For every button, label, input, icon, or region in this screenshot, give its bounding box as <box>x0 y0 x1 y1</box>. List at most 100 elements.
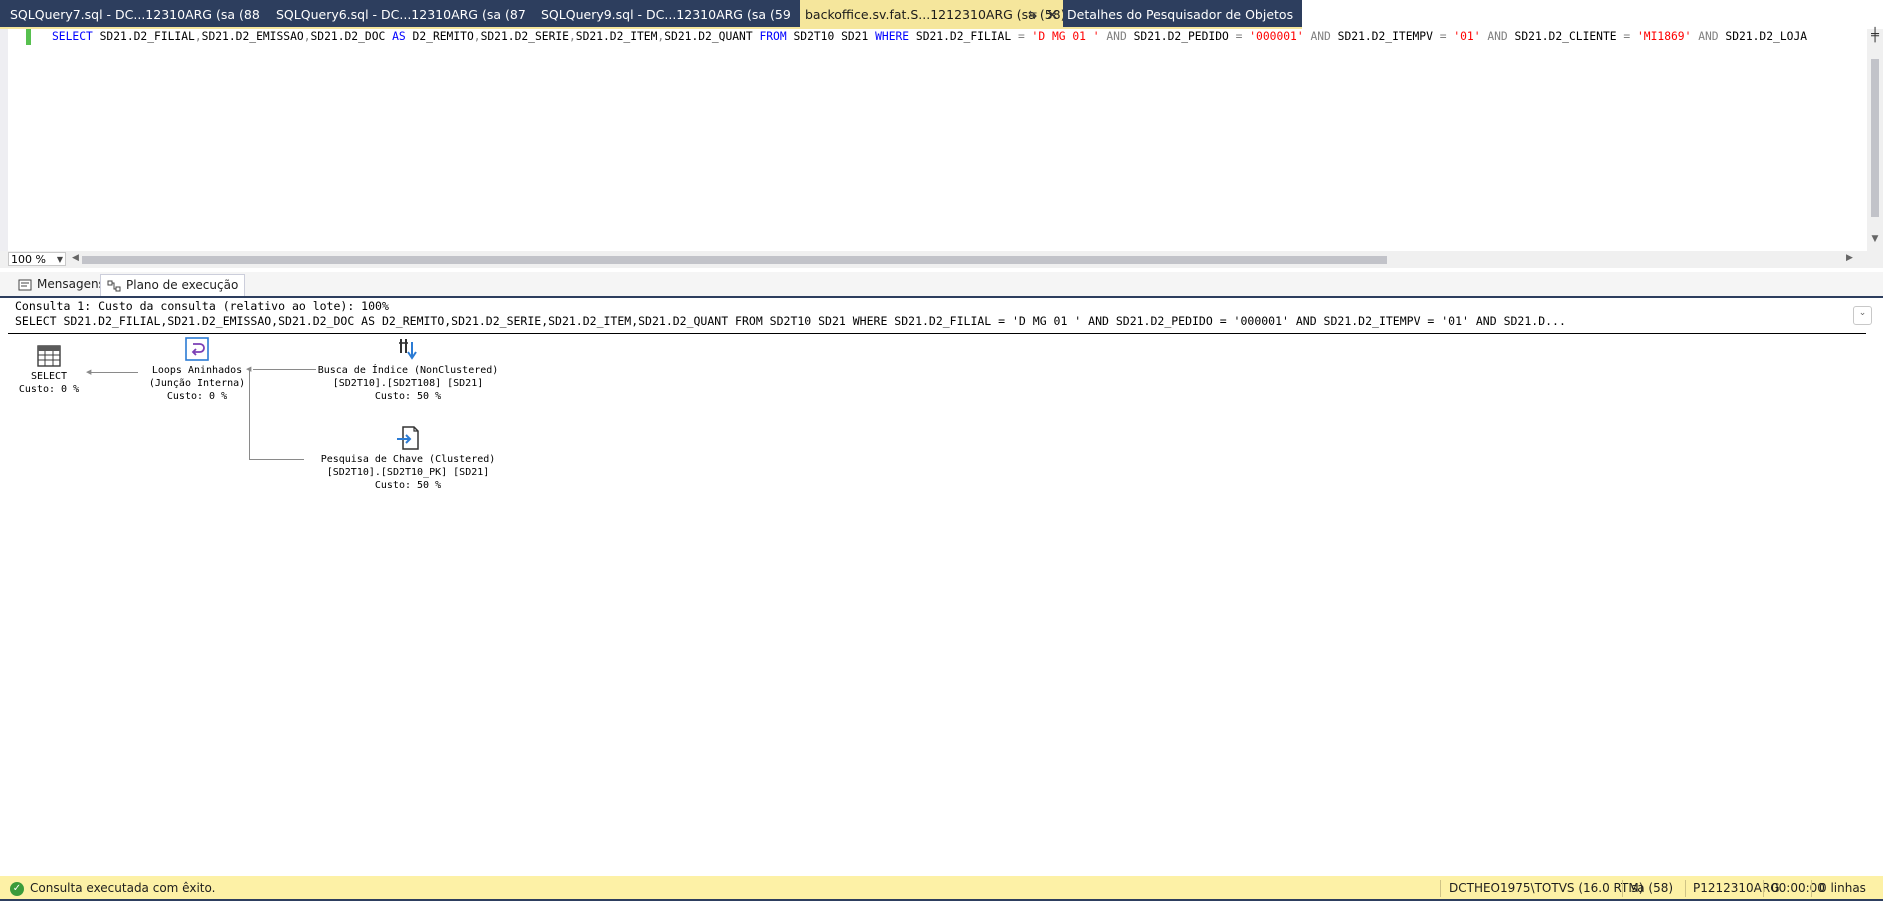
tab-sqlquery9[interactable]: SQLQuery9.sql - DC...12310ARG (sa (59))* <box>541 0 791 30</box>
sql-token: SD21.D2_LOJA <box>1718 30 1808 43</box>
sql-token: SD21.D2_DOC <box>310 30 393 43</box>
tab-backoffice[interactable]: backoffice.sv.fat.S...1212310ARG (sa (58… <box>800 0 1063 29</box>
split-editor-icon[interactable]: ╪ <box>1868 29 1882 43</box>
key-lookup-label: Pesquisa de Chave (Clustered) <box>320 454 496 465</box>
sql-token: '01' <box>1446 30 1481 43</box>
scroll-down-arrow-icon[interactable]: ▼ <box>1868 234 1882 246</box>
sql-token: FROM <box>759 30 787 43</box>
index-seek-cost: Custo: 50 % <box>374 391 442 402</box>
select-icon <box>37 345 61 367</box>
sql-token: AND <box>1099 30 1127 43</box>
sql-token: SD21.D2_CLIENTE <box>1507 30 1624 43</box>
nested-loops-cost: Custo: 0 % <box>166 391 228 402</box>
tab-execution-plan-label: Plano de execução <box>126 278 239 292</box>
success-check-icon: ✓ <box>10 882 24 896</box>
sql-token: SD2T10 SD21 <box>786 30 876 43</box>
query-text-header: SELECT SD21.D2_FILIAL,SD21.D2_EMISSAO,SD… <box>15 314 1566 328</box>
status-bar: ✓ Consulta executada com êxito. DCTHEO19… <box>0 876 1883 901</box>
chevron-down-icon: ▼ <box>56 255 63 264</box>
sql-token: AND <box>1303 30 1331 43</box>
sql-token: AND <box>1691 30 1719 43</box>
tab-object-explorer-details[interactable]: Detalhes do Pesquisador de Objetos <box>1067 0 1302 30</box>
sql-token: = <box>1017 30 1025 43</box>
zoom-select[interactable]: 100 % ▼ <box>8 252 66 266</box>
edge-lookup-to-loops <box>249 459 304 460</box>
index-seek-object: [SD2T10].[SD2T108] [SD21] <box>332 378 484 389</box>
nested-loops-icon <box>185 337 209 361</box>
nested-loops-label: Loops Aninhados <box>151 365 243 376</box>
plan-node-key-lookup[interactable]: Pesquisa de Chave (Clustered) [SD2T10].[… <box>298 425 518 492</box>
status-separator <box>1763 880 1764 897</box>
sql-token: SD21.D2_PEDIDO <box>1126 30 1236 43</box>
status-row-count: 0 linhas <box>1819 881 1866 895</box>
execution-plan-icon <box>107 280 121 291</box>
sql-token: SD21.D2_ITEM <box>575 30 658 43</box>
plan-node-nested-loops[interactable]: Loops Aninhados (Junção Interna) Custo: … <box>126 336 268 403</box>
expand-icon[interactable]: ⌄ <box>1853 306 1872 325</box>
scroll-left-arrow-icon[interactable]: ◀ <box>72 253 79 263</box>
select-node-cost: Custo: 0 % <box>18 384 80 395</box>
status-separator <box>1622 880 1623 897</box>
sql-token: SD21.D2_QUANT <box>664 30 760 43</box>
tab-messages[interactable]: Mensagens <box>14 274 109 295</box>
sql-token: , <box>194 30 202 43</box>
sql-token: = <box>1439 30 1447 43</box>
sql-token: SD21.D2_FILIAL <box>909 30 1018 43</box>
messages-icon <box>18 279 32 290</box>
status-message: Consulta executada com êxito. <box>30 881 216 895</box>
key-lookup-object: [SD2T10].[SD2T10_PK] [SD21] <box>326 467 490 478</box>
status-separator <box>1685 880 1686 897</box>
tab-sqlquery7[interactable]: SQLQuery7.sql - DC...12310ARG (sa (88))* <box>10 0 260 30</box>
status-server: DCTHEO1975\TOTVS (16.0 RTM) <box>1449 881 1644 895</box>
index-seek-icon <box>399 339 417 360</box>
status-elapsed-time: 00:00:00 <box>1771 881 1825 895</box>
tab-backoffice-label: backoffice.sv.fat.S...1212310ARG (sa (58… <box>805 7 1063 22</box>
key-lookup-icon <box>397 426 419 450</box>
tab-execution-plan[interactable]: Plano de execução <box>100 274 246 296</box>
editor-horizontal-bar: 100 % ▼ ◀ ▶ <box>0 251 1883 268</box>
status-user: sa (58) <box>1631 881 1674 895</box>
key-lookup-cost: Custo: 50 % <box>374 480 442 491</box>
horizontal-scroll-thumb[interactable] <box>82 256 1387 264</box>
query-editor[interactable]: SELECT SD21.D2_FILIAL,SD21.D2_EMISSAO,SD… <box>0 29 1883 251</box>
sql-token: AS <box>392 30 406 43</box>
query-cost-header: Consulta 1: Custo da consulta (relativo … <box>15 299 389 313</box>
tab-messages-label: Mensagens <box>37 277 105 291</box>
editor-vertical-scrollbar[interactable] <box>1867 29 1883 251</box>
sql-token: AND <box>1480 30 1508 43</box>
sql-code-line[interactable]: SELECT SD21.D2_FILIAL,SD21.D2_EMISSAO,SD… <box>52 29 1867 45</box>
sql-token: 'MI1869' <box>1630 30 1692 43</box>
status-database: P1212310ARG <box>1693 881 1780 895</box>
sql-token: SELECT <box>52 30 93 43</box>
sql-token: WHERE <box>875 30 910 43</box>
sql-token: SD21.D2_EMISSAO <box>201 30 304 43</box>
sql-token: '000001' <box>1242 30 1304 43</box>
sql-token: SD21.D2_FILIAL <box>92 30 195 43</box>
close-icon[interactable]: ✕ <box>1046 0 1059 29</box>
plan-node-select[interactable]: SELECT Custo: 0 % <box>12 344 86 396</box>
document-tab-strip: SQLQuery7.sql - DC...12310ARG (sa (88))*… <box>0 0 1883 30</box>
select-node-label: SELECT <box>30 371 68 382</box>
status-separator <box>1440 880 1441 897</box>
sql-token: 'D MG 01 ' <box>1024 30 1100 43</box>
nested-loops-join-type: (Junção Interna) <box>148 378 246 389</box>
scroll-right-arrow-icon[interactable]: ▶ <box>1846 253 1853 263</box>
sql-token: SD21.D2_SERIE <box>480 30 569 43</box>
status-separator <box>1811 880 1812 897</box>
sql-token: , <box>473 30 481 43</box>
plan-header-divider <box>8 333 1866 334</box>
plan-node-index-seek[interactable]: Busca de Índice (NonClustered) [SD2T10].… <box>298 336 518 403</box>
tab-sqlquery6[interactable]: SQLQuery6.sql - DC...12310ARG (sa (87))* <box>276 0 526 30</box>
sql-token: SD21.D2_ITEMPV <box>1330 30 1440 43</box>
pin-icon[interactable]: ⇆ <box>1028 0 1037 29</box>
sql-token: D2_REMITO <box>405 30 474 43</box>
execution-plan-pane[interactable]: Consulta 1: Custo da consulta (relativo … <box>8 298 1874 875</box>
change-indicator <box>26 29 31 45</box>
results-tab-strip: Mensagens Plano de execução <box>0 272 1883 297</box>
sql-token: , <box>303 30 311 43</box>
vertical-scroll-thumb[interactable] <box>1871 59 1879 217</box>
sql-token: , <box>568 30 576 43</box>
zoom-value: 100 % <box>11 253 46 266</box>
arrowhead-icon: ◀ <box>86 368 92 376</box>
index-seek-label: Busca de Índice (NonClustered) <box>317 365 499 376</box>
